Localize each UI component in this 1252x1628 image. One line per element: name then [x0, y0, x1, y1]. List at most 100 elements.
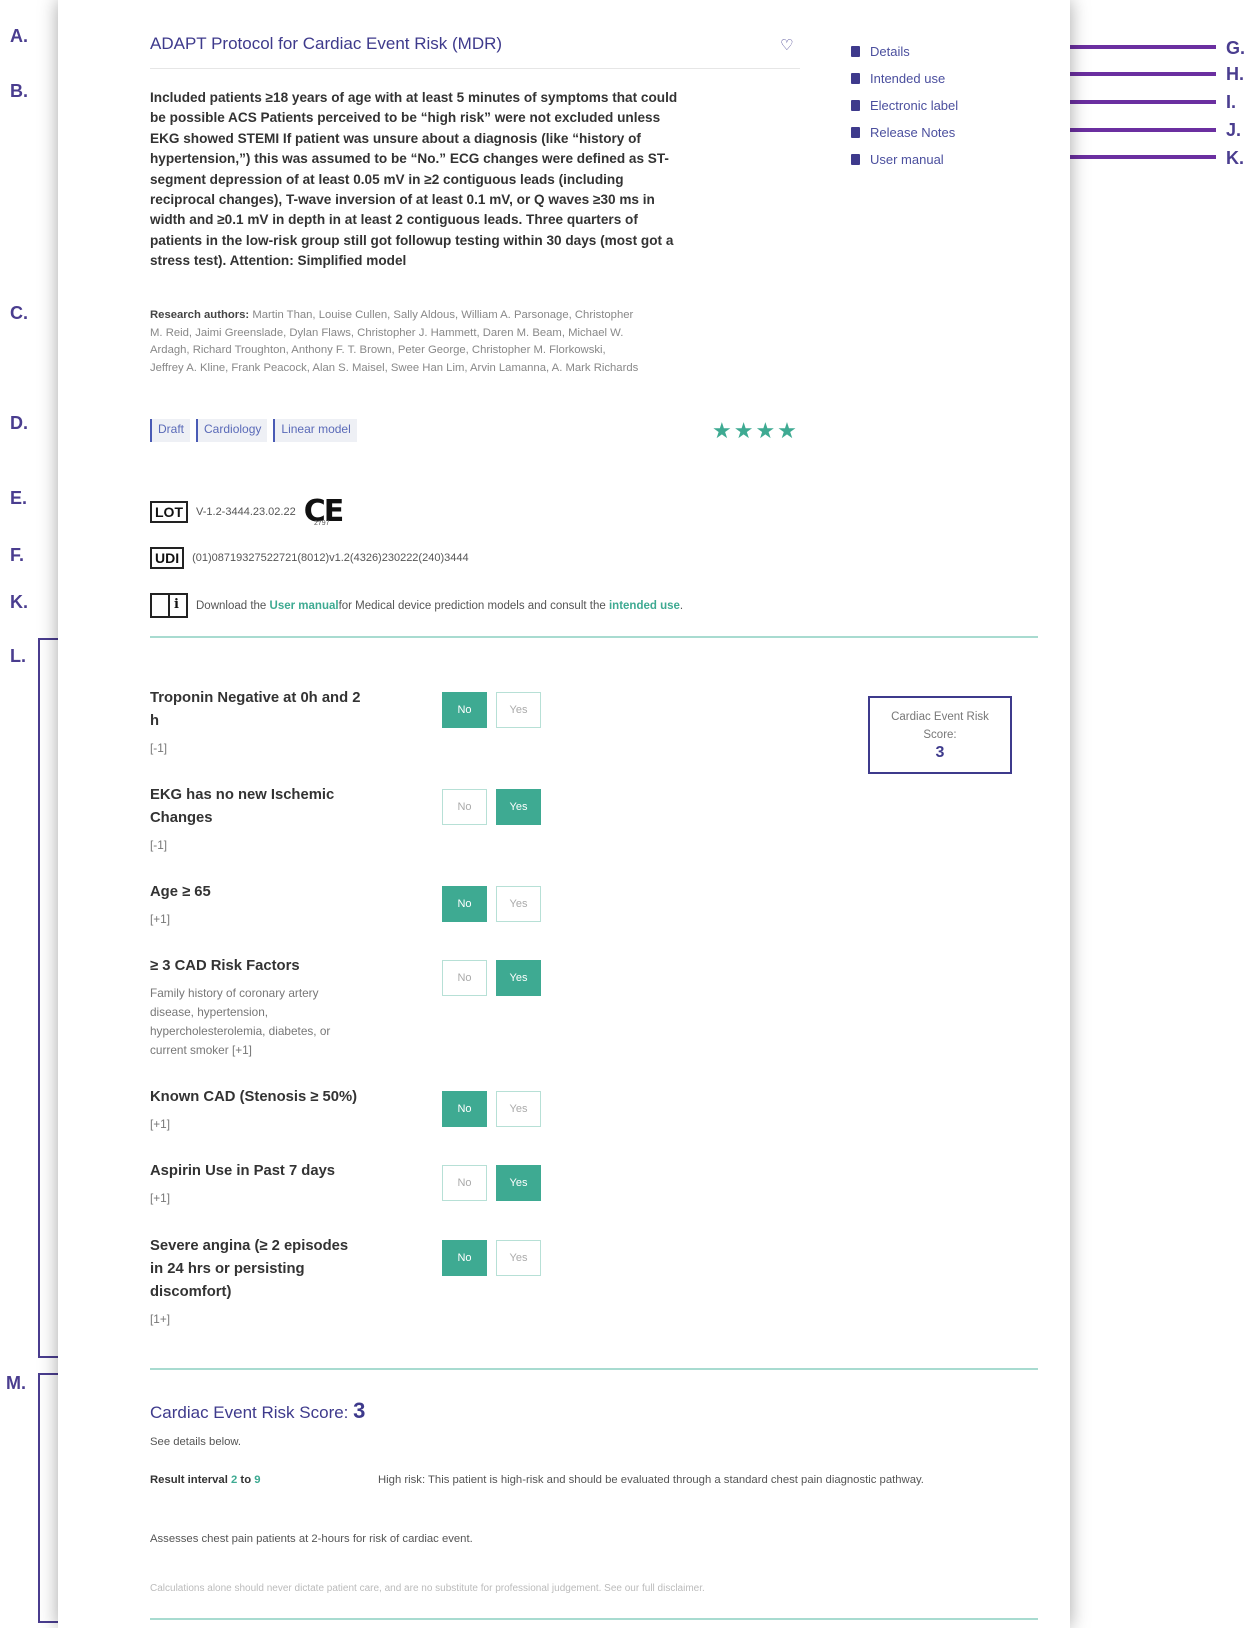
manual-prefix: Download the — [196, 599, 267, 612]
annotation-k-left: K. — [10, 592, 28, 612]
tag-linear-model[interactable]: Linear model — [273, 419, 357, 442]
model-description: Included patients ≥18 years of age with … — [150, 90, 678, 269]
toggle-troponin: No Yes — [442, 692, 541, 728]
research-authors: Research authors: Martin Than, Louise Cu… — [150, 307, 640, 378]
question-label: Severe angina (≥ 2 episodes in 24 hrs or… — [150, 1238, 349, 1300]
disclaimer: Calculations alone should never dictate … — [150, 1583, 705, 1594]
yes-button[interactable]: Yes — [496, 1091, 541, 1127]
heart-outline-icon[interactable]: ♡ — [780, 36, 793, 54]
udi-row: UDI (01)08719327522721(8012)v1.2(4326)23… — [150, 547, 469, 569]
tag-cardiology[interactable]: Cardiology — [196, 419, 268, 442]
authors-label: Research authors: — [150, 309, 250, 321]
manual-suffix: . — [679, 599, 684, 612]
no-button[interactable]: No — [442, 789, 487, 825]
calculator-page: ADAPT Protocol for Cardiac Event Risk (M… — [58, 0, 1070, 1628]
toggle-cad-risk-factors: No Yes — [442, 960, 541, 996]
no-button[interactable]: No — [442, 1240, 487, 1276]
annotation-e: E. — [10, 488, 28, 508]
result-subtitle: See details below. — [150, 1436, 242, 1448]
yes-button[interactable]: Yes — [496, 886, 541, 922]
link-details[interactable]: Details — [851, 38, 958, 65]
intended-use-link[interactable]: intended use — [609, 600, 680, 612]
question-label: EKG has no new Ischemic Changes — [150, 787, 335, 826]
document-icon — [851, 73, 860, 84]
link-release-notes-label: Release Notes — [870, 125, 956, 140]
udi-icon: UDI — [150, 547, 185, 569]
side-links: Details Intended use Electronic label Re… — [851, 38, 958, 173]
title-divider — [150, 68, 800, 69]
result-interval-to-word: to — [237, 1474, 255, 1486]
score-box: Cardiac Event Risk Score: 3 — [868, 696, 1012, 774]
link-release-notes[interactable]: Release Notes — [851, 119, 958, 146]
result-interval-label: Result interval — [150, 1474, 231, 1486]
lot-icon: LOT — [150, 500, 188, 523]
question-label: Known CAD (Stenosis ≥ 50%) — [150, 1089, 358, 1105]
question-ekg: EKG has no new Ischemic Changes [-1] — [150, 784, 365, 855]
bottom-divider — [150, 1618, 1038, 1620]
yes-button[interactable]: Yes — [496, 1240, 541, 1276]
result-title: Cardiac Event Risk Score: 3 — [150, 1398, 365, 1424]
result-risk-text: High risk: This patient is high-risk and… — [378, 1474, 924, 1486]
question-label: ≥ 3 CAD Risk Factors — [150, 958, 300, 974]
document-icon — [851, 127, 860, 138]
question-weight: Family history of coronary artery diseas… — [150, 986, 331, 1057]
toggle-age: No Yes — [442, 886, 541, 922]
result-title-label: Cardiac Event Risk Score: — [150, 1403, 354, 1422]
tag-draft[interactable]: Draft — [150, 419, 191, 442]
yes-button[interactable]: Yes — [496, 1165, 541, 1201]
link-intended-use[interactable]: Intended use — [851, 65, 958, 92]
link-electronic-label[interactable]: Electronic label — [851, 92, 958, 119]
toggle-severe-angina: No Yes — [442, 1240, 541, 1276]
yes-button[interactable]: Yes — [496, 960, 541, 996]
question-weight: [+1] — [150, 1117, 171, 1131]
document-icon — [851, 100, 860, 111]
score-box-label: Cardiac Event Risk Score: — [891, 711, 989, 741]
tag-list: Draft Cardiology Linear model — [150, 419, 357, 442]
udi-value: (01)08719327522721(8012)v1.2(4326)230222… — [192, 552, 469, 564]
bracket-l — [38, 638, 58, 1358]
section-divider — [150, 636, 1038, 638]
no-button[interactable]: No — [442, 1165, 487, 1201]
question-weight: [+1] — [150, 1191, 171, 1205]
question-severe-angina: Severe angina (≥ 2 episodes in 24 hrs or… — [150, 1235, 365, 1329]
book-open-icon — [851, 46, 860, 57]
link-user-manual-label: User manual — [870, 152, 944, 167]
manual-notice: i Download the User manual for Medical d… — [150, 593, 683, 618]
yes-button[interactable]: Yes — [496, 692, 541, 728]
page-title: ADAPT Protocol for Cardiac Event Risk (M… — [150, 34, 503, 53]
ce-number: 2797 — [314, 520, 330, 527]
result-interval: Result interval 2 to 9 — [150, 1474, 261, 1486]
no-button[interactable]: No — [442, 960, 487, 996]
annotation-c: C. — [10, 303, 28, 323]
score-box-value: 3 — [935, 744, 945, 761]
annotation-m: M. — [6, 1373, 26, 1393]
toggle-aspirin: No Yes — [442, 1165, 541, 1201]
no-button[interactable]: No — [442, 886, 487, 922]
no-button[interactable]: No — [442, 692, 487, 728]
user-manual-link[interactable]: User manual — [270, 600, 339, 612]
no-button[interactable]: No — [442, 1091, 487, 1127]
question-troponin: Troponin Negative at 0h and 2 h [-1] — [150, 687, 365, 758]
lot-value: V-1.2-3444.23.02.22 — [196, 505, 296, 518]
question-label: Age ≥ 65 — [150, 884, 211, 900]
question-weight: [1+] — [150, 1312, 171, 1326]
results-divider — [150, 1368, 1038, 1370]
question-cad-risk-factors: ≥ 3 CAD Risk Factors Family history of c… — [150, 955, 365, 1060]
instructions-book-icon: i — [150, 593, 188, 618]
question-weight: [+1] — [150, 912, 171, 926]
toggle-known-cad: No Yes — [442, 1091, 541, 1127]
link-details-label: Details — [870, 44, 910, 59]
result-title-value: 3 — [353, 1398, 366, 1423]
question-label: Aspirin Use in Past 7 days — [150, 1163, 336, 1179]
yes-button[interactable]: Yes — [496, 789, 541, 825]
star-rating: ★★★★ — [712, 418, 799, 443]
bracket-m — [38, 1373, 58, 1623]
link-electronic-label-label: Electronic label — [870, 98, 959, 113]
link-user-manual[interactable]: User manual — [851, 146, 958, 173]
question-known-cad: Known CAD (Stenosis ≥ 50%) [+1] — [150, 1086, 365, 1134]
question-weight: [-1] — [150, 741, 168, 755]
result-interval-to: 9 — [254, 1474, 261, 1486]
link-intended-use-label: Intended use — [870, 71, 946, 86]
question-age: Age ≥ 65 [+1] — [150, 881, 365, 929]
manual-middle: for Medical device prediction models and… — [338, 599, 606, 612]
